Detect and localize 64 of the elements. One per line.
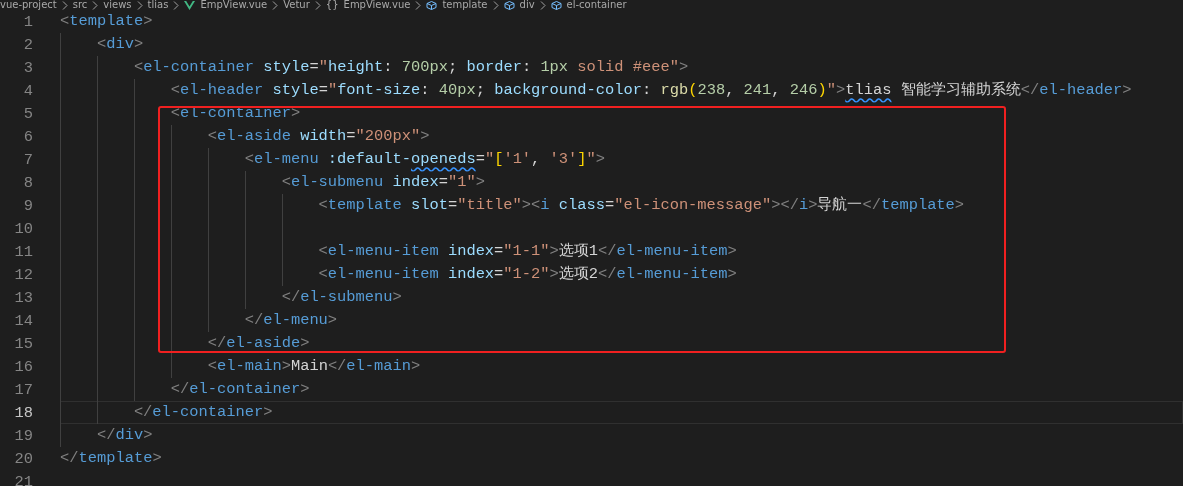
line-number: 1: [22, 12, 34, 31]
breadcrumb-item[interactable]: views: [103, 0, 132, 10]
line-number: 5: [22, 104, 34, 123]
breadcrumb-item[interactable]: src: [72, 0, 88, 10]
code-line: <template>: [60, 11, 153, 32]
line-number: 14: [13, 311, 34, 330]
breadcrumb-item[interactable]: div: [519, 0, 535, 10]
line-number: 6: [22, 127, 34, 146]
line-number: 17: [13, 380, 34, 399]
line-number: 12: [13, 265, 34, 284]
vue-logo-icon: [184, 0, 196, 10]
line-number: 7: [22, 150, 34, 169]
code-line: <el-submenu index="1">: [60, 171, 485, 194]
breadcrumb-item[interactable]: Vetur: [283, 0, 310, 10]
code-line: </el-container>: [60, 401, 273, 424]
line-number: 2: [22, 35, 34, 54]
breadcrumb-item[interactable]: EmpView.vue: [200, 0, 268, 10]
line-number: 19: [13, 426, 34, 445]
chevron-icon: [539, 0, 546, 10]
line-number: 20: [13, 449, 34, 468]
code-line: <el-menu-item index="1-1">选项1</el-menu-item>: [60, 240, 737, 263]
line-number: 16: [13, 357, 34, 376]
breadcrumb-item[interactable]: template: [442, 0, 488, 10]
code-line: <el-aside width="200px">: [60, 125, 430, 148]
chevron-icon: [61, 0, 68, 10]
line-number: 8: [22, 173, 34, 192]
line-number: 10: [13, 219, 34, 238]
chevron-icon: [92, 0, 99, 10]
chevron-icon: [415, 0, 422, 10]
code-line: </el-menu>: [60, 309, 338, 332]
code-line: <el-container style="height: 700px; border: 1px solid #eee">: [60, 56, 689, 79]
line-number: 21: [13, 472, 34, 486]
chevron-icon: [136, 0, 143, 10]
chevron-icon: [492, 0, 499, 10]
breadcrumb-item[interactable]: el-container: [566, 0, 627, 10]
line-number: 11: [13, 242, 34, 261]
code-line: </el-container>: [60, 378, 310, 401]
code-line: <el-menu :default-openeds="['1', '3']">: [60, 148, 606, 171]
chevron-icon: [314, 0, 321, 10]
cube-icon: [550, 0, 562, 10]
chevron-icon: [173, 0, 180, 10]
code-line: <el-header style="font-size: 40px; background-color: rgb(238, 241, 246)">tlias 智能学习辅助系统</el-header>: [60, 79, 1132, 102]
code-line: </div>: [60, 424, 153, 447]
cube-icon: [426, 0, 438, 10]
code-line: <template slot="title"><i class="el-icon-message"></i>导航一</template>: [60, 194, 965, 217]
breadcrumb-item[interactable]: vue-project: [0, 0, 57, 10]
line-number: 3: [22, 58, 34, 77]
code-line: <div>: [60, 33, 144, 56]
code-line: </el-aside>: [60, 332, 310, 355]
breadcrumb-item[interactable]: tlias: [147, 0, 169, 10]
line-number: 13: [13, 288, 34, 307]
line-number: 4: [22, 81, 34, 100]
code-line: </el-submenu>: [60, 286, 402, 309]
line-number: 9: [22, 196, 34, 215]
line-number: 18: [13, 403, 34, 422]
code-line: <el-container>: [60, 102, 301, 125]
chevron-icon: [272, 0, 279, 10]
code-line: </template>: [60, 448, 162, 469]
code-line: <el-main>Main</el-main>: [60, 355, 421, 378]
line-number: 15: [13, 334, 34, 353]
breadcrumb-item[interactable]: EmpView.vue: [343, 0, 411, 10]
braces-icon: {}: [325, 0, 339, 10]
code-line: <el-menu-item index="1-2">选项2</el-menu-item>: [60, 263, 737, 286]
cube-icon: [503, 0, 515, 10]
